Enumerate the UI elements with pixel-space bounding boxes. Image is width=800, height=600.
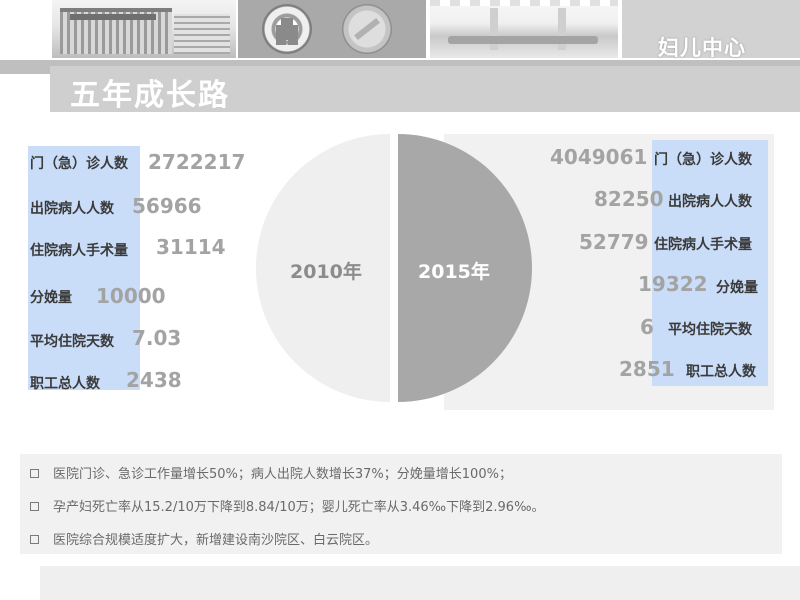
stat-2015-value: 6	[640, 315, 654, 339]
stat-2010-label: 出院病人人数	[30, 201, 114, 217]
labels-highlight-2015	[652, 140, 768, 386]
square-bullet-icon	[30, 535, 39, 544]
header-banner: 妇儿中心	[0, 0, 800, 62]
stat-2015-label: 平均住院天数	[668, 322, 752, 338]
footer-bar	[40, 566, 800, 600]
stat-2015-label: 住院病人手术量	[654, 237, 752, 253]
summary-text: 医院门诊、急诊工作量增长50%；病人出院人数增长37%；分娩量增长100%；	[53, 467, 512, 482]
summary-item: 孕产妇死亡率从15.2/10万下降到8.84/10万；婴儿死亡率从3.46‰下降…	[30, 496, 545, 515]
stat-2010-value: 2722217	[148, 150, 246, 174]
stat-2010-label: 平均住院天数	[30, 334, 114, 350]
stat-2010-label: 住院病人手术量	[30, 243, 128, 259]
square-bullet-icon	[30, 469, 39, 478]
stat-2010-value: 7.03	[132, 326, 182, 350]
building-sign	[70, 14, 156, 20]
stat-2010-value: 56966	[132, 194, 202, 218]
year-label-2010: 2010年	[290, 261, 362, 283]
stat-2015-value: 2851	[619, 357, 675, 381]
stat-2015-label: 门（急）诊人数	[654, 152, 752, 168]
summary-text: 医院综合规模适度扩大，新增建设南沙院区、白云院区。	[53, 533, 379, 548]
square-bullet-icon	[30, 502, 39, 511]
brand-name: 妇儿中心	[658, 36, 746, 60]
stat-2015-value: 19322	[638, 272, 708, 296]
building-wing	[174, 14, 230, 54]
stat-2010-value: 2438	[126, 368, 182, 392]
lobby-ceiling	[430, 0, 618, 6]
lobby-interior-photo	[430, 0, 618, 58]
year-label-2015: 2015年	[418, 261, 490, 283]
stat-2010-value: 10000	[96, 284, 166, 308]
stat-2010-value: 31114	[156, 235, 226, 259]
lobby-desk	[448, 36, 598, 44]
summary-item: 医院综合规模适度扩大，新增建设南沙院区、白云院区。	[30, 529, 378, 548]
summary-item: 医院门诊、急诊工作量增长50%；病人出院人数增长37%；分娩量增长100%；	[30, 463, 512, 482]
stat-2015-value: 4049061	[550, 145, 648, 169]
hospital-building-photo	[52, 0, 236, 58]
stat-2015-label: 出院病人人数	[668, 194, 752, 210]
partner-seal-logo	[342, 4, 392, 54]
page-title: 五年成长路	[70, 78, 230, 113]
stat-2010-label: 门（急）诊人数	[30, 156, 128, 172]
logos-panel	[238, 0, 426, 58]
stat-2015-value: 82250	[594, 187, 664, 211]
labels-highlight-2010	[28, 146, 140, 390]
stat-2015-value: 52779	[579, 230, 649, 254]
stat-2015-label: 分娩量	[716, 280, 758, 296]
stat-2010-label: 分娩量	[30, 290, 72, 306]
stat-2010-label: 职工总人数	[30, 376, 100, 392]
stat-2015-label: 职工总人数	[686, 364, 756, 380]
hospital-emblem-logo	[262, 4, 312, 54]
summary-text: 孕产妇死亡率从15.2/10万下降到8.84/10万；婴儿死亡率从3.46‰下降…	[53, 500, 545, 515]
